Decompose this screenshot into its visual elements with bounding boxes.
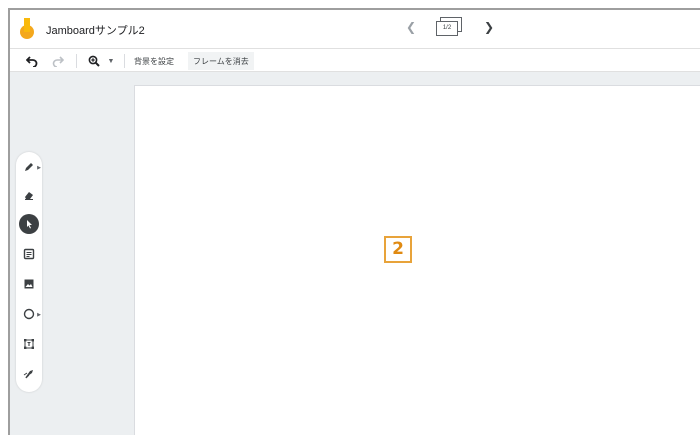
zoom-button[interactable] xyxy=(86,52,102,70)
laser-tool[interactable] xyxy=(19,364,39,384)
jamboard-logo xyxy=(20,18,34,39)
frame-counter: 1/2 xyxy=(436,21,458,36)
previous-frame-button[interactable]: ❮ xyxy=(404,20,418,34)
caret-right-icon: ▶ xyxy=(37,312,41,318)
pen-icon xyxy=(25,163,33,171)
toolbar: ▼ 背景を設定 フレームを消去 xyxy=(10,48,700,72)
redo-icon xyxy=(52,56,64,67)
tool-palette: ▶ ▶ xyxy=(16,152,42,392)
undo-button[interactable] xyxy=(24,52,40,70)
frame-bar-button[interactable]: 1/2 xyxy=(436,17,464,39)
select-tool[interactable] xyxy=(19,214,39,234)
text-box-icon xyxy=(24,339,34,349)
chevron-left-icon: ❮ xyxy=(405,20,417,34)
undo-icon xyxy=(26,56,38,67)
caret-down-icon: ▼ xyxy=(107,57,115,65)
cursor-icon xyxy=(27,220,32,229)
toolbar-divider xyxy=(124,54,125,68)
set-background-button[interactable]: 背景を設定 xyxy=(130,52,178,70)
eraser-icon xyxy=(25,192,33,200)
text-box-tool[interactable] xyxy=(19,334,39,354)
whiteboard-canvas[interactable] xyxy=(134,85,700,435)
shape-tool[interactable]: ▶ xyxy=(19,304,41,324)
image-tool[interactable] xyxy=(19,274,39,294)
zoom-dropdown-button[interactable]: ▼ xyxy=(106,52,116,70)
toolbar-divider xyxy=(76,54,77,68)
workspace: ▶ ▶ xyxy=(10,72,700,435)
jamboard-window: Jamboardサンプル2 ❮ 1/2 ❯ ▼ 背景を設定 フレームを消去 ▶ … xyxy=(8,8,700,435)
image-icon xyxy=(24,279,34,289)
next-frame-button[interactable]: ❯ xyxy=(482,20,496,34)
caret-right-icon: ▶ xyxy=(37,165,41,171)
document-title[interactable]: Jamboardサンプル2 xyxy=(46,22,145,38)
pen-tool[interactable]: ▶ xyxy=(19,157,41,177)
step-number-badge: 2 xyxy=(384,236,412,263)
clear-frame-button[interactable]: フレームを消去 xyxy=(188,52,254,70)
circle-shape-icon xyxy=(23,308,35,320)
laser-icon xyxy=(23,370,33,379)
chevron-right-icon: ❯ xyxy=(483,20,495,34)
zoom-in-icon xyxy=(88,55,100,67)
eraser-tool[interactable] xyxy=(19,185,39,205)
sticky-note-tool[interactable] xyxy=(19,244,39,264)
redo-button[interactable] xyxy=(50,52,66,70)
title-bar: Jamboardサンプル2 ❮ 1/2 ❯ xyxy=(10,10,700,48)
sticky-note-icon xyxy=(23,248,35,260)
